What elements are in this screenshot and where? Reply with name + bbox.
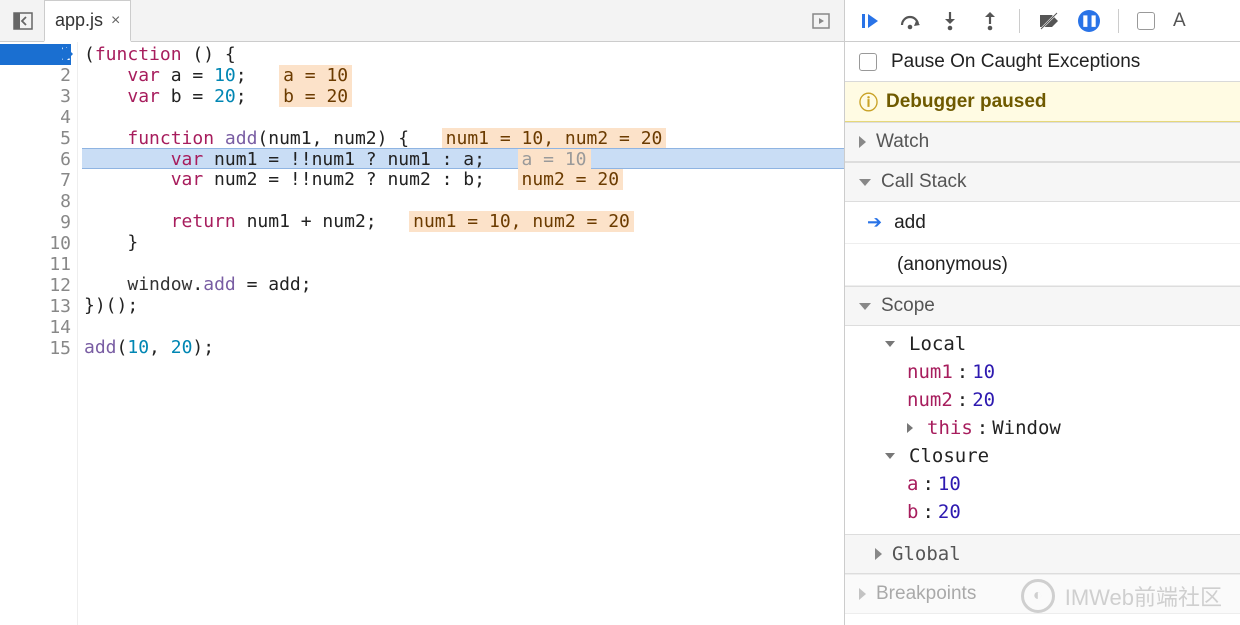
scope-group[interactable]: Closure — [863, 442, 1240, 470]
scope-variable[interactable]: this: Window — [863, 414, 1240, 442]
deactivate-breakpoints-icon[interactable] — [1038, 10, 1060, 32]
pause-on-caught-label: Pause On Caught Exceptions — [891, 51, 1140, 73]
collapse-icon — [859, 303, 871, 310]
run-snippet-icon[interactable] — [806, 6, 836, 36]
debugger-toolbar: ❚❚ A — [845, 0, 1240, 42]
line-number[interactable]: 3 — [0, 86, 71, 107]
scope-body: Localnum1: 10num2: 20this: WindowClosure… — [845, 326, 1240, 534]
resume-icon[interactable] — [859, 10, 881, 32]
code-line: (function () { — [82, 44, 844, 65]
inline-value-hint: num1 = 10, num2 = 20 — [409, 211, 634, 232]
info-icon: ⓘ — [859, 88, 878, 115]
expand-icon — [859, 588, 866, 600]
line-number[interactable]: 9 — [0, 212, 71, 233]
current-frame-icon: ➔ — [867, 212, 882, 233]
code-line: } — [82, 232, 844, 253]
code-line — [82, 107, 844, 128]
step-over-icon[interactable] — [899, 10, 921, 32]
line-number[interactable]: 11 — [0, 254, 71, 275]
close-tab-icon[interactable]: × — [111, 12, 120, 30]
scope-variable[interactable]: num2: 20 — [863, 386, 1240, 414]
line-number[interactable]: 15 — [0, 338, 71, 359]
pause-on-caught-row[interactable]: Pause On Caught Exceptions — [845, 42, 1240, 82]
collapse-icon[interactable] — [885, 341, 895, 347]
step-into-icon[interactable] — [939, 10, 961, 32]
line-number[interactable]: 13 — [0, 296, 71, 317]
code-line: add(10, 20); — [82, 337, 844, 358]
pause-on-exceptions-icon[interactable]: ❚❚ — [1078, 10, 1100, 32]
line-number[interactable]: 14 — [0, 317, 71, 338]
line-number[interactable]: 10 — [0, 233, 71, 254]
async-checkbox[interactable] — [1137, 12, 1155, 30]
code-line: window.add = add; — [82, 274, 844, 295]
line-number[interactable]: 2 — [0, 65, 71, 86]
inline-value-hint: b = 20 — [279, 86, 352, 107]
code-line: function add(num1, num2) { num1 = 10, nu… — [82, 128, 844, 149]
collapse-icon — [859, 179, 871, 186]
step-out-icon[interactable] — [979, 10, 1001, 32]
line-gutter: 123456789101112131415 — [0, 42, 78, 625]
inline-value-hint: num1 = 10, num2 = 20 — [442, 128, 667, 149]
async-label: A — [1173, 10, 1186, 32]
inline-value-hint: a = 10 — [279, 65, 352, 86]
line-number[interactable]: 8 — [0, 191, 71, 212]
scope-group[interactable]: Local — [863, 330, 1240, 358]
collapse-icon[interactable] — [885, 453, 895, 459]
code-editor[interactable]: 123456789101112131415 (function () { var… — [0, 42, 844, 625]
scope-section-header[interactable]: Scope — [845, 286, 1240, 326]
expand-icon[interactable] — [907, 423, 913, 433]
code-line: })(); — [82, 295, 844, 316]
code-line — [82, 316, 844, 337]
code-line — [82, 253, 844, 274]
line-number[interactable]: 4 — [0, 107, 71, 128]
file-tab[interactable]: app.js × — [44, 0, 131, 42]
expand-icon — [875, 548, 882, 560]
code-line — [82, 190, 844, 211]
line-number[interactable]: 5 — [0, 128, 71, 149]
show-navigator-icon[interactable] — [8, 6, 38, 36]
code-line: return num1 + num2; num1 = 10, num2 = 20 — [82, 211, 844, 232]
expand-icon — [859, 136, 866, 148]
global-section-header[interactable]: Global — [845, 534, 1240, 574]
callstack-frame[interactable]: (anonymous) — [845, 244, 1240, 286]
line-number[interactable]: 1 — [0, 44, 71, 65]
file-tab-label: app.js — [55, 10, 103, 31]
scope-variable[interactable]: a: 10 — [863, 470, 1240, 498]
debugger-status: ⓘ Debugger paused — [845, 82, 1240, 122]
callstack-section-header[interactable]: Call Stack — [845, 162, 1240, 202]
code-line: var num2 = !!num2 ? num2 : b; num2 = 20 — [82, 169, 844, 190]
code-line: var b = 20; b = 20 — [82, 86, 844, 107]
code-area: (function () { var a = 10; a = 10 var b … — [78, 42, 844, 358]
line-number[interactable]: 6 — [0, 149, 71, 170]
inline-value-hint: a = 10 — [518, 149, 591, 170]
pause-on-caught-checkbox[interactable] — [859, 53, 877, 71]
callstack-frame[interactable]: ➔add — [845, 202, 1240, 244]
code-line: var a = 10; a = 10 — [82, 65, 844, 86]
watch-section-header[interactable]: Watch — [845, 122, 1240, 162]
line-number[interactable]: 12 — [0, 275, 71, 296]
breakpoints-section-header[interactable]: Breakpoints — [845, 574, 1240, 614]
code-line: var num1 = !!num1 ? num1 : a; a = 10 — [82, 148, 844, 169]
scope-variable[interactable]: b: 20 — [863, 498, 1240, 526]
line-number[interactable]: 7 — [0, 170, 71, 191]
editor-tabbar: app.js × — [0, 0, 844, 42]
inline-value-hint: num2 = 20 — [518, 169, 624, 190]
scope-variable[interactable]: num1: 10 — [863, 358, 1240, 386]
